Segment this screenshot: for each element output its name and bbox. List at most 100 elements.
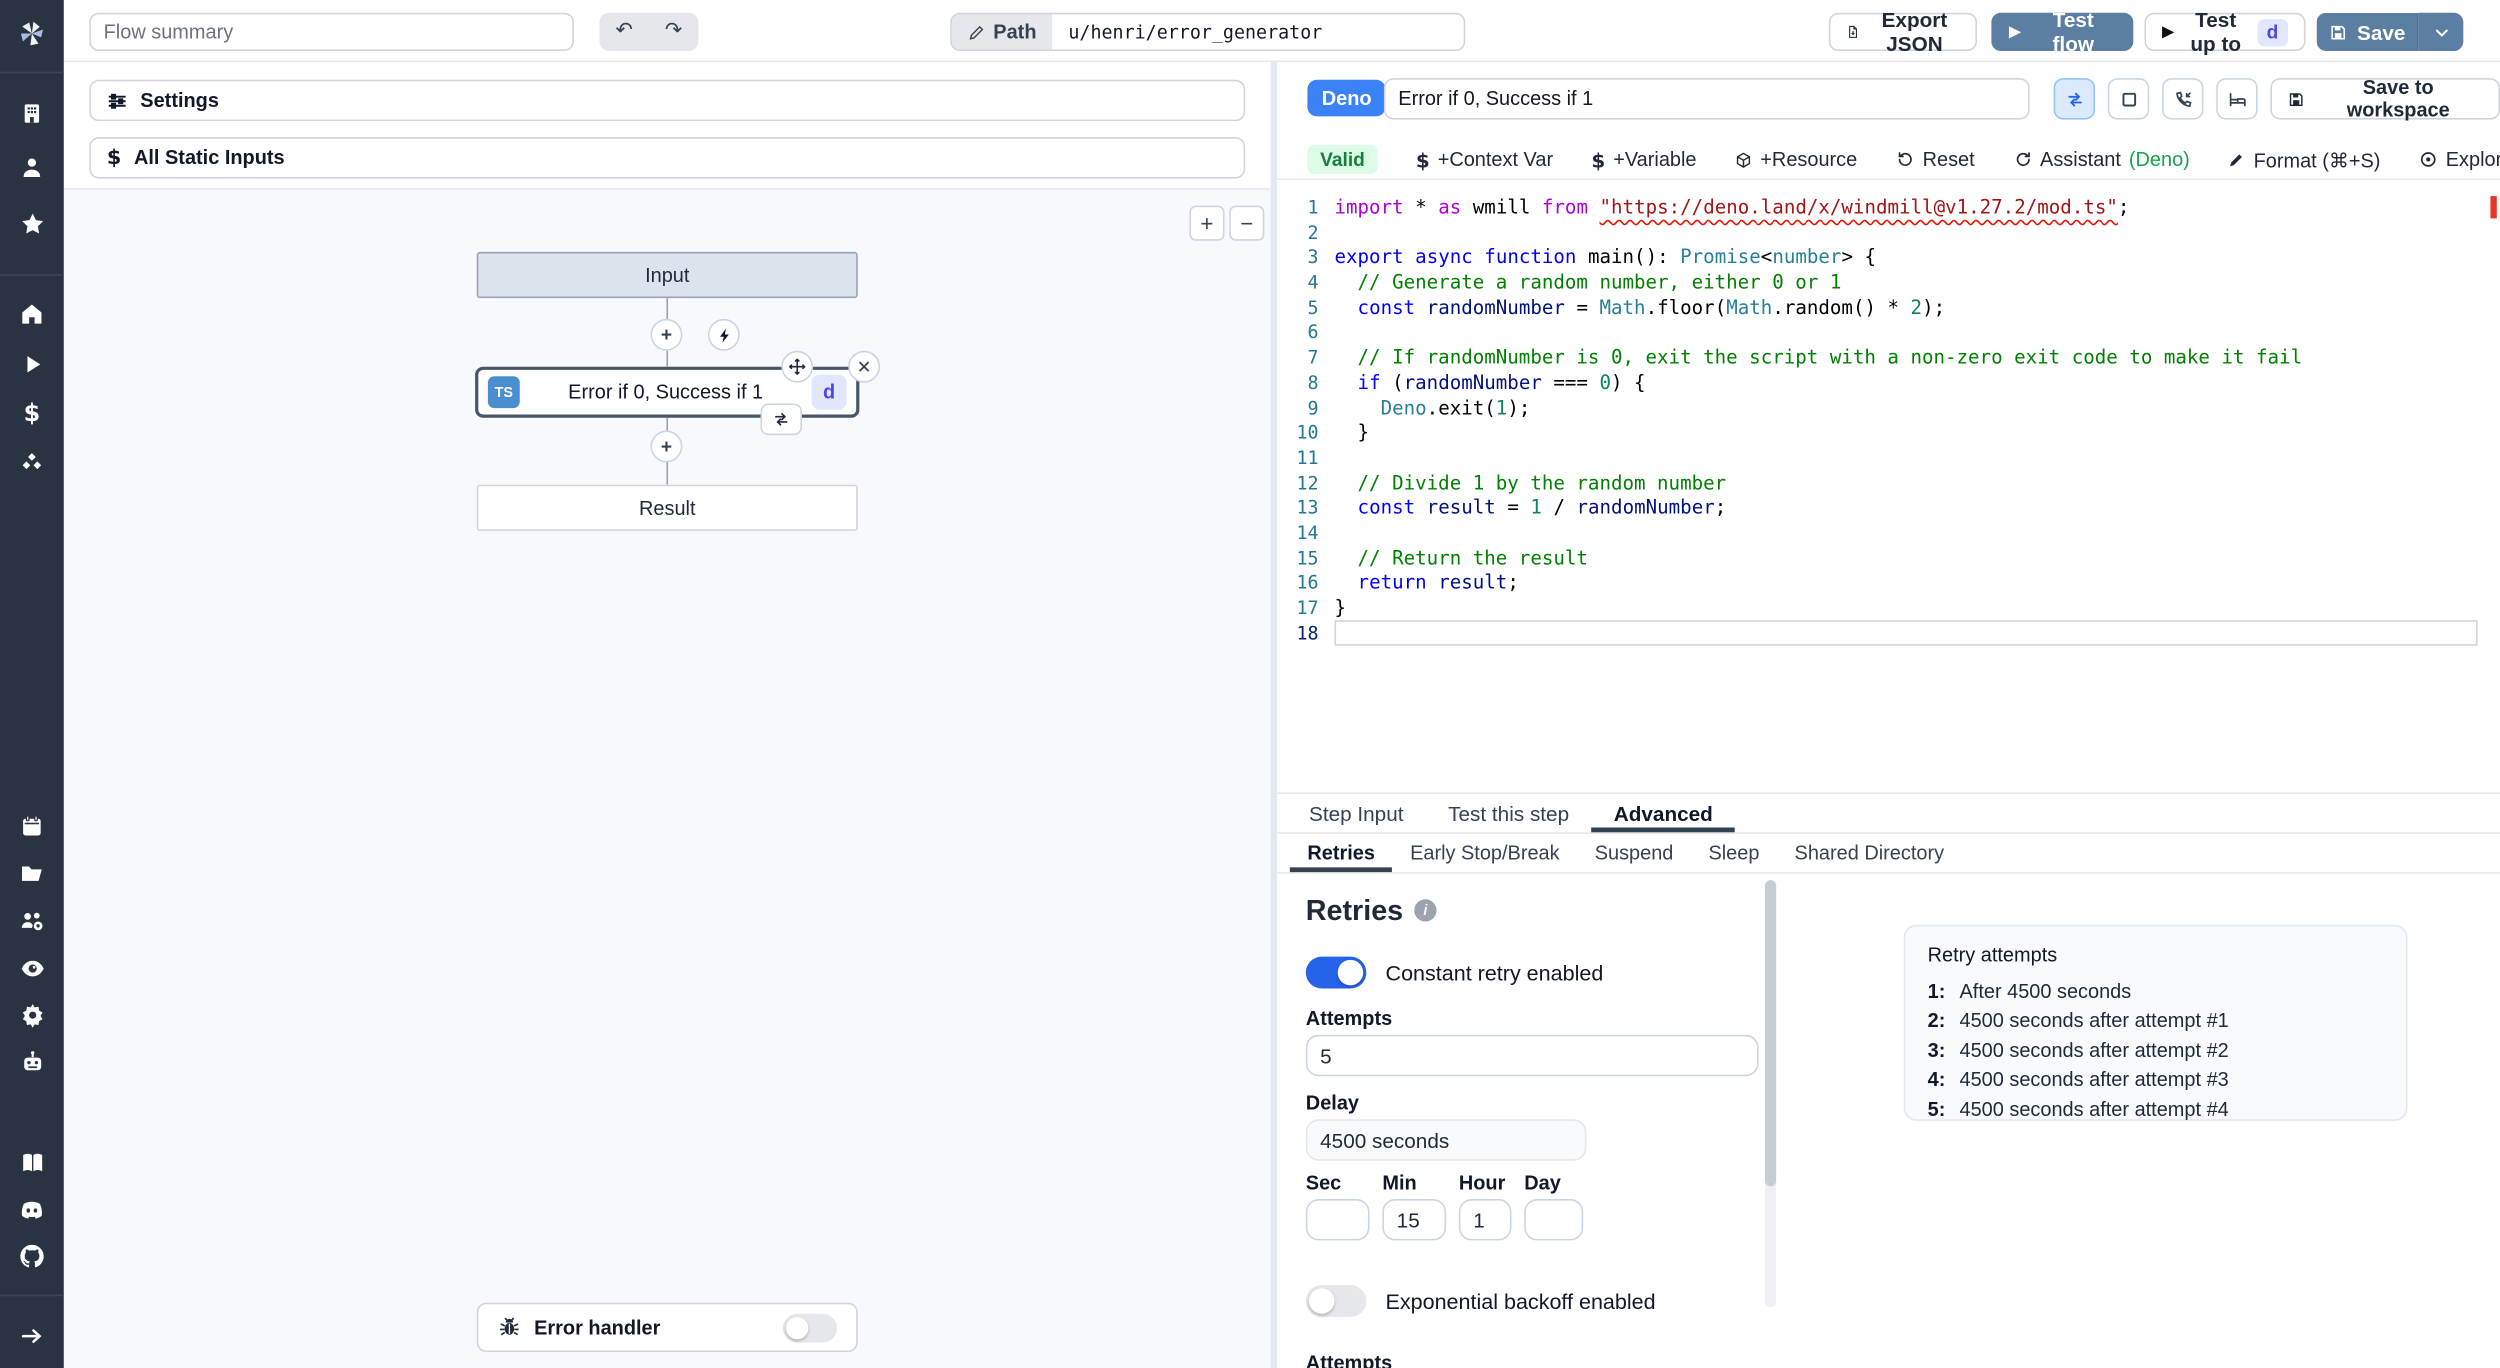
save-button[interactable]: Save: [2316, 12, 2419, 52]
github-icon[interactable]: [0, 1234, 64, 1279]
attempts-input[interactable]: [1305, 1034, 1759, 1077]
format-button[interactable]: Format (⌘+S): [2209, 147, 2400, 171]
save-to-workspace-button[interactable]: Save to workspace: [2270, 77, 2500, 121]
flow-settings-card[interactable]: Settings: [89, 79, 1246, 122]
edge-line: [666, 462, 669, 485]
windmill-logo-icon[interactable]: [0, 11, 64, 56]
code-line[interactable]: 4 // Generate a random number, either 0 …: [1277, 271, 2500, 296]
variables-icon[interactable]: $: [0, 391, 64, 436]
assistant-refresh-icon: [2015, 152, 2030, 166]
subtab-shared-directory[interactable]: Shared Directory: [1777, 834, 1962, 872]
add-step-button-bottom[interactable]: +: [650, 430, 683, 463]
code-line[interactable]: 3 export async function main(): Promise<n…: [1277, 246, 2500, 271]
test-up-to-button[interactable]: ▶ Test up to d: [2144, 8, 2306, 56]
code-line[interactable]: 18: [1277, 619, 2500, 647]
assistant-button[interactable]: Assistant (Deno): [1994, 148, 2209, 171]
input-node[interactable]: Input: [476, 251, 858, 299]
workspace-icon[interactable]: [0, 91, 64, 136]
move-step-handle[interactable]: [781, 350, 814, 383]
info-icon[interactable]: i: [1414, 899, 1437, 922]
code-line[interactable]: 11: [1277, 446, 2500, 471]
code-line[interactable]: 16 return result;: [1277, 571, 2500, 596]
groups-icon[interactable]: [0, 898, 64, 943]
exp-attempts-label: Attempts: [1305, 1352, 1393, 1368]
tab-step-input[interactable]: Step Input: [1287, 794, 1426, 832]
save-dropdown-button[interactable]: [2418, 12, 2464, 52]
code-line[interactable]: 12 // Divide 1 by the random number: [1277, 471, 2500, 496]
suspend-icon-button[interactable]: [2161, 78, 2204, 120]
test-flow-button[interactable]: ▶ Test flow: [1991, 8, 2134, 56]
retry-attempt-row: 3: 4500 seconds after attempt #2: [1927, 1039, 2229, 1062]
trigger-bolt-icon[interactable]: [707, 318, 740, 351]
undo-redo-group: ↶ ↷: [599, 12, 699, 52]
export-json-button[interactable]: Export JSON: [1828, 8, 1978, 56]
play-icon: ▶: [2161, 23, 2175, 41]
sleep-icon-button[interactable]: [2216, 78, 2258, 120]
schedules-icon[interactable]: [0, 804, 64, 849]
code-line[interactable]: 5 const randomNumber = Math.floor(Math.r…: [1277, 296, 2500, 321]
flow-summary-input[interactable]: [89, 12, 574, 52]
delete-step-button[interactable]: ✕: [848, 350, 881, 383]
add-context-var-button[interactable]: $ +Context Var: [1397, 147, 1573, 171]
subtab-early-stop[interactable]: Early Stop/Break: [1393, 834, 1578, 872]
favorites-icon[interactable]: [0, 201, 64, 246]
discord-icon[interactable]: [0, 1188, 64, 1233]
subtab-retries[interactable]: Retries: [1289, 834, 1393, 873]
subtab-sleep[interactable]: Sleep: [1691, 834, 1777, 872]
audit-logs-icon[interactable]: [0, 945, 64, 990]
day-input[interactable]: [1524, 1198, 1584, 1241]
add-resource-button[interactable]: +Resource: [1716, 148, 1877, 171]
resources-icon[interactable]: [0, 440, 64, 485]
code-line[interactable]: 14: [1277, 521, 2500, 546]
step-retry-indicator[interactable]: [760, 403, 802, 436]
pencil-icon: [969, 25, 984, 39]
exponential-backoff-toggle[interactable]: [1305, 1285, 1367, 1317]
tab-advanced[interactable]: Advanced: [1591, 794, 1736, 833]
early-stop-icon-button[interactable]: [2107, 78, 2150, 120]
constant-retry-toggle[interactable]: [1305, 956, 1367, 989]
result-node-label: Result: [639, 496, 696, 519]
path-input[interactable]: [1052, 14, 1464, 50]
pen-icon: [2230, 153, 2243, 166]
sec-input[interactable]: [1305, 1198, 1370, 1241]
reset-button[interactable]: Reset: [1876, 148, 1993, 171]
step-summary-input[interactable]: [1383, 78, 2030, 120]
retries-icon-button[interactable]: [2053, 78, 2096, 120]
min-input[interactable]: [1382, 1198, 1447, 1241]
settings-icon[interactable]: [0, 992, 64, 1037]
code-line[interactable]: 10 }: [1277, 421, 2500, 446]
zoom-out-button[interactable]: −: [1229, 205, 1265, 241]
scrollbar-thumb[interactable]: [1764, 880, 1777, 1187]
delay-input[interactable]: [1305, 1119, 1587, 1161]
redo-button[interactable]: ↷: [649, 13, 698, 51]
code-line[interactable]: 17}: [1277, 596, 2500, 621]
explore-scripts-button[interactable]: Explore other s: [2400, 148, 2500, 171]
code-line[interactable]: 6: [1277, 321, 2500, 346]
user-icon[interactable]: [0, 145, 64, 190]
code-line[interactable]: 1 import * as wmill from "https://deno.la…: [1277, 196, 2500, 221]
docs-icon[interactable]: [0, 1140, 64, 1185]
code-editor[interactable]: 1 import * as wmill from "https://deno.la…: [1277, 180, 2500, 793]
hour-input[interactable]: [1458, 1198, 1512, 1241]
add-step-button-top[interactable]: +: [650, 318, 683, 351]
add-variable-button[interactable]: $ +Variable: [1572, 147, 1715, 171]
error-handler-toggle[interactable]: [782, 1312, 838, 1342]
expand-rail-icon[interactable]: [0, 1314, 64, 1359]
result-node[interactable]: Result: [476, 484, 858, 531]
workers-icon[interactable]: [0, 1040, 64, 1085]
code-line[interactable]: 13 const result = 1 / randomNumber;: [1277, 496, 2500, 521]
folders-icon[interactable]: [0, 851, 64, 896]
subtab-suspend[interactable]: Suspend: [1577, 834, 1691, 872]
code-line[interactable]: 8 if (randomNumber === 0) {: [1277, 371, 2500, 396]
code-line[interactable]: 7 // If randomNumber is 0, exit the scri…: [1277, 346, 2500, 371]
tab-test-this-step[interactable]: Test this step: [1426, 794, 1592, 832]
code-line[interactable]: 9 Deno.exit(1);: [1277, 396, 2500, 421]
error-handler-card[interactable]: Error handler: [476, 1302, 858, 1353]
code-line[interactable]: 15 // Return the result: [1277, 546, 2500, 571]
all-static-inputs-card[interactable]: $ All Static Inputs: [89, 137, 1246, 179]
zoom-in-button[interactable]: +: [1189, 205, 1225, 241]
undo-button[interactable]: ↶: [599, 13, 648, 51]
home-icon[interactable]: [0, 292, 64, 337]
runs-icon[interactable]: [0, 341, 64, 386]
code-line[interactable]: 2: [1277, 221, 2500, 246]
